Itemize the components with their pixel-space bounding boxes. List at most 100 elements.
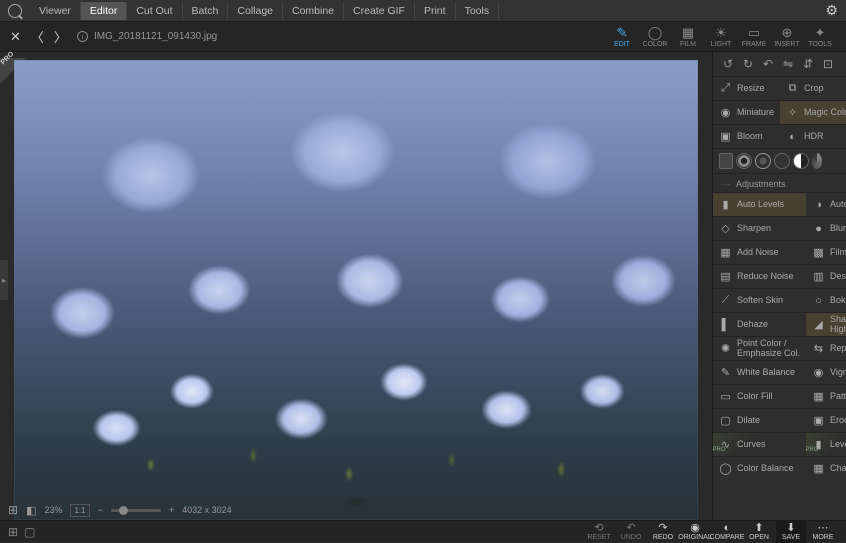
reset-icon: ⟲ <box>594 523 603 534</box>
action-open[interactable]: ⬆OPEN <box>744 521 774 543</box>
action-compare[interactable]: ◐COMPARE <box>712 521 742 543</box>
color-balance-icon: ◯ <box>719 462 732 475</box>
mode-tab-color[interactable]: ◯COLOR <box>639 22 671 52</box>
action-redo[interactable]: ↷REDO <box>648 521 678 543</box>
flip-h-icon[interactable]: ⇋ <box>781 57 795 71</box>
menu-tools[interactable]: Tools <box>456 2 500 20</box>
zoom-out-icon[interactable]: − <box>98 505 103 515</box>
undo-icon: ↶ <box>626 523 635 534</box>
tool-magic-color[interactable]: ✧Magic Color <box>780 100 846 124</box>
mode-tab-edit[interactable]: ✎EDIT <box>606 22 638 52</box>
rotate-ccw-icon[interactable]: ↺ <box>721 57 735 71</box>
straighten-icon[interactable]: ↶ <box>761 57 775 71</box>
left-panel-expand[interactable]: ▸ <box>0 260 8 300</box>
filter-split-icon[interactable] <box>793 153 809 169</box>
compare-toggle-icon[interactable]: ◧ <box>26 504 36 517</box>
adjust-white-balance[interactable]: ✎White Balance <box>713 360 806 384</box>
action-more[interactable]: ⋯MORE <box>808 521 838 543</box>
prev-icon[interactable]: 〈 <box>31 27 44 46</box>
action-save[interactable]: ⬇SAVE <box>776 521 806 543</box>
menu-collage[interactable]: Collage <box>228 2 283 20</box>
zoom-in-icon[interactable]: + <box>169 505 174 515</box>
adjust-erode[interactable]: ▣Erode <box>806 408 846 432</box>
color-fill-icon: ▭ <box>719 390 732 403</box>
adjust-pattern-fill[interactable]: ▦Pattern Fill <box>806 384 846 408</box>
adjust-bokeh-blur[interactable]: ○Bokeh Blur <box>806 288 846 312</box>
mode-tab-film[interactable]: ▦FILM <box>672 22 704 52</box>
adjust-color-fill[interactable]: ▭Color Fill <box>713 384 806 408</box>
file-name: IMG_20181121_091430.jpg <box>94 31 217 42</box>
light-icon: ☀ <box>713 26 729 40</box>
tool-hdr[interactable]: ◐HDR <box>780 124 846 148</box>
reduce-noise-icon: ▤ <box>719 270 732 283</box>
action-undo[interactable]: ↶UNDO <box>616 521 646 543</box>
adjust-levels[interactable]: ▮PROLevels <box>806 432 846 456</box>
close-icon[interactable]: ✕ <box>10 29 21 45</box>
adjust-dilate[interactable]: ▢Dilate <box>713 408 806 432</box>
adjust-sharpen[interactable]: ◇Sharpen <box>713 216 806 240</box>
adjust-channel-mixer[interactable]: ▦Channel Mixer <box>806 456 846 480</box>
mode-tab-frame[interactable]: ▭FRAME <box>738 22 770 52</box>
adjust-point-color-emphasize-col-[interactable]: ✺Point Color /Emphasize Col. <box>713 336 806 360</box>
next-icon[interactable]: 〉 <box>54 27 67 46</box>
adjust-curves[interactable]: ∿PROCurves <box>713 432 806 456</box>
filter-dot-icon[interactable] <box>755 153 771 169</box>
filter-solid-icon[interactable] <box>774 153 790 169</box>
adjust-soften-skin[interactable]: ⟋Soften Skin <box>713 288 806 312</box>
rotate-cw-icon[interactable]: ↻ <box>741 57 755 71</box>
point-color-emphasize-col--icon: ✺ <box>719 342 732 355</box>
fit-button[interactable]: 1:1 <box>70 504 89 517</box>
tool-resize[interactable]: ⤢Resize <box>713 76 780 100</box>
menubar: Viewer Editor Cut Out Batch Collage Comb… <box>0 0 846 22</box>
action-original[interactable]: ◉ORIGINAL <box>680 521 710 543</box>
adjust-add-noise[interactable]: ▦Add Noise <box>713 240 806 264</box>
grid-icon[interactable]: ⊞ <box>8 503 18 517</box>
menu-creategif[interactable]: Create GIF <box>344 2 415 20</box>
adjust-auto-contrast[interactable]: ◑Auto Contrast <box>806 192 846 216</box>
adjust-replace-color[interactable]: ⇆Replace Color <box>806 336 846 360</box>
adjust-shadows-highlights[interactable]: ◢Shadows/Highlights <box>806 312 846 336</box>
grid-snap-icon[interactable]: ⊞ <box>8 525 18 539</box>
adjust-despeckle[interactable]: ▥Despeckle <box>806 264 846 288</box>
mode-tab-insert[interactable]: ⊕INSERT <box>771 22 803 52</box>
action-reset[interactable]: ⟲RESET <box>584 521 614 543</box>
zoom-slider[interactable] <box>111 509 161 512</box>
adjust-reduce-noise[interactable]: ▤Reduce Noise <box>713 264 806 288</box>
zoom-value: 23% <box>44 505 62 515</box>
adjust-vignette[interactable]: ◉Vignette <box>806 360 846 384</box>
shadows-highlights-icon: ◢ <box>812 318 825 331</box>
more-icon: ⋯ <box>818 523 829 534</box>
menu-cutout[interactable]: Cut Out <box>127 2 182 20</box>
menu-batch[interactable]: Batch <box>183 2 229 20</box>
view-mode-icon[interactable]: ▢ <box>24 525 35 539</box>
settings-gear-icon[interactable]: ⚙ <box>825 2 838 19</box>
mode-tab-light[interactable]: ☀LIGHT <box>705 22 737 52</box>
image-canvas[interactable] <box>14 60 698 520</box>
filter-drop-icon[interactable] <box>812 153 822 169</box>
mode-tabs: ✎EDIT◯COLOR▦FILM☀LIGHT▭FRAME⊕INSERT✦TOOL… <box>606 22 836 52</box>
filter-original-icon[interactable] <box>719 153 733 169</box>
flip-v-icon[interactable]: ⇵ <box>801 57 815 71</box>
menu-print[interactable]: Print <box>415 2 456 20</box>
filter-ring-icon[interactable] <box>736 153 752 169</box>
add-noise-icon: ▦ <box>719 246 732 259</box>
adjust-color-balance[interactable]: ◯Color Balance <box>713 456 806 480</box>
tool-crop[interactable]: ⧉Crop <box>780 76 846 100</box>
menu-editor[interactable]: Editor <box>81 2 127 20</box>
adjust-film-grain[interactable]: ▩Film Grain <box>806 240 846 264</box>
tools-icon: ✦ <box>812 26 828 40</box>
tool-miniature[interactable]: ◉Miniature <box>713 100 780 124</box>
adjust-auto-levels[interactable]: ▮Auto Levels <box>713 192 806 216</box>
tool-bloom[interactable]: ▣Bloom <box>713 124 780 148</box>
menu-combine[interactable]: Combine <box>283 2 344 20</box>
dilate-icon: ▢ <box>719 414 732 427</box>
dehaze-icon: ▌ <box>719 318 732 331</box>
crop-preset-icon[interactable]: ⊡ <box>821 57 835 71</box>
menu-viewer[interactable]: Viewer <box>30 2 81 20</box>
adjust-dehaze[interactable]: ▌Dehaze <box>713 312 806 336</box>
info-icon[interactable]: i <box>77 31 88 42</box>
blur-icon: ● <box>812 222 825 235</box>
crop-icon: ⧉ <box>786 82 799 95</box>
adjust-blur[interactable]: ●Blur <box>806 216 846 240</box>
mode-tab-tools[interactable]: ✦TOOLS <box>804 22 836 52</box>
